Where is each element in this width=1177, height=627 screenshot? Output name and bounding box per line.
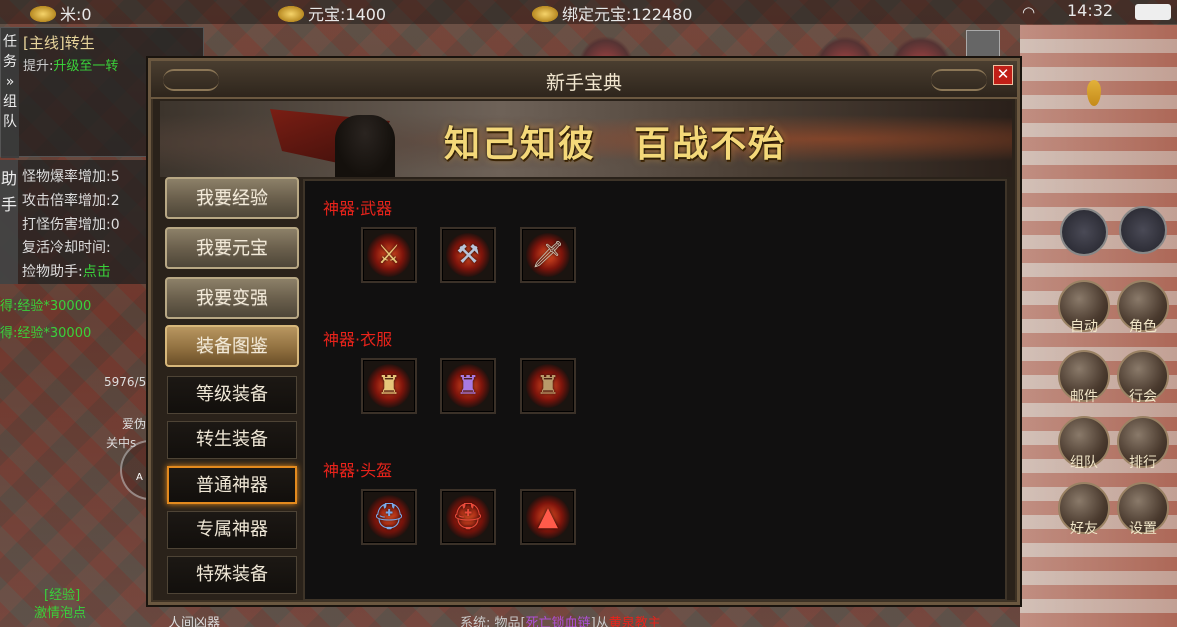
auto-button[interactable]: 自动 [1058, 280, 1110, 335]
armor-dark-icon: ♜ [536, 371, 560, 401]
rice-icon [30, 6, 56, 22]
player-name: 人间凶器 [168, 616, 221, 627]
npc-label: 爱伪 [122, 417, 147, 431]
ornament-right-icon [931, 69, 987, 91]
dialog-titlebar: 新手宝典 ✕ [151, 61, 1017, 99]
yuanbao-counter: 元宝:1400 [278, 1, 386, 25]
subitem-rebirth-equipment[interactable]: 转生装备 [167, 421, 297, 459]
sidebar-item-stronger[interactable]: 我要变强 [165, 277, 299, 319]
quest-desc: 提升:升级至一转 [23, 59, 119, 74]
section-title: 神器·头盔 [323, 461, 393, 480]
collapse-icon[interactable]: » [6, 74, 15, 90]
gold-ingot-icon [532, 6, 558, 22]
skill-icon[interactable] [1060, 208, 1108, 256]
friend-button[interactable]: 好友 [1058, 482, 1110, 537]
subitem-common-artifact[interactable]: 普通神器 [167, 466, 297, 504]
mace-icon: ⚒ [456, 240, 480, 270]
settings-button[interactable]: 设置 [1117, 482, 1169, 537]
map-coords: 5976/5 [104, 375, 147, 389]
sidebar-item-exp[interactable]: 我要经验 [165, 177, 299, 219]
bound-yuanbao-counter: 绑定元宝:122480 [532, 1, 692, 25]
rice-counter: 米:0 [30, 1, 92, 25]
helper-line: 怪物爆率增加:5 [22, 169, 120, 185]
armor-gold-icon: ♜ [377, 371, 401, 401]
helper-tab[interactable]: 助手 [0, 160, 18, 284]
quest-tab[interactable]: 任务» 组队 [1, 28, 19, 158]
chat-log-line: 得:经验*30000 [0, 299, 92, 314]
section-title: 神器·武器 [323, 199, 393, 218]
grid-menu-icon[interactable] [1119, 206, 1167, 254]
subitem-level-equipment[interactable]: 等级装备 [167, 376, 297, 414]
battery-icon [1135, 4, 1171, 20]
chat-log-line: 得:经验*30000 [0, 326, 92, 341]
warrior-icon [335, 115, 395, 177]
status-bar: 米:0 元宝:1400 绑定元宝:122480 ◠ 14:32 [0, 0, 1177, 24]
exp-zone-label: 激情泡点 [34, 606, 87, 621]
guild-button[interactable]: 行会 [1117, 350, 1169, 405]
banner: 知己知彼 百战不殆 [160, 101, 1012, 177]
newbie-guide-dialog: 新手宝典 ✕ 知己知彼 百战不殆 我要经验 我要元宝 我要变强 装备图鉴 等级装… [148, 58, 1020, 605]
role-button[interactable]: 角色 [1117, 280, 1169, 335]
rank-button[interactable]: 排行 [1117, 416, 1169, 471]
item-slot[interactable]: ♜ [440, 358, 496, 414]
subitem-special-equipment[interactable]: 特殊装备 [167, 556, 297, 594]
exp-tag[interactable]: [经验] [44, 584, 80, 603]
helper-line: 攻击倍率增加:2 [22, 193, 120, 209]
item-slot[interactable]: ⚒ [440, 227, 496, 283]
sidebar-item-equipment-guide[interactable]: 装备图鉴 [165, 325, 299, 367]
sword-icon: ⚔ [377, 240, 401, 270]
subitem-exclusive-artifact[interactable]: 专属神器 [167, 511, 297, 549]
helper-line: 捡物助手:点击 [22, 264, 111, 280]
dialog-title: 新手宝典 [545, 72, 622, 94]
section-title: 神器·衣服 [323, 330, 393, 349]
compass-a: A [136, 472, 143, 483]
helmet-red-icon: ⛑ [451, 502, 485, 532]
equipment-list[interactable]: 神器·武器 ⚔ ⚒ 🗡 神器·衣服 ♜ ♜ ♜ 神器·头盔 ⛑ ⛑ ▲ 神器·项… [303, 179, 1007, 601]
system-ticker: 系统: 物品[死亡锁血链]从黄泉教主 [460, 616, 661, 627]
item-slot[interactable]: ⚔ [361, 227, 417, 283]
item-slot[interactable]: ♜ [361, 358, 417, 414]
helmet-blue-icon: ⛑ [372, 502, 406, 532]
team-button[interactable]: 组队 [1058, 416, 1110, 471]
blade-icon: 🗡 [531, 240, 565, 270]
clock: 14:32 [1067, 1, 1114, 20]
helper-line: 复活冷却时间: [22, 240, 111, 256]
close-button[interactable]: ✕ [993, 65, 1013, 85]
helper-panel: 助手 怪物爆率增加:5 攻击倍率增加:2 打怪伤害增加:0 复活冷却时间: 捡物… [0, 160, 150, 284]
item-slot[interactable]: ⛑ [361, 489, 417, 545]
item-slot[interactable]: ♜ [520, 358, 576, 414]
wifi-icon: ◠ [1022, 3, 1036, 21]
quest-title[interactable]: [主线]转生 [23, 32, 95, 53]
pickup-toggle[interactable]: 点击 [83, 264, 111, 280]
item-slot[interactable]: 🗡 [520, 227, 576, 283]
armor-purple-icon: ♜ [456, 371, 480, 401]
banner-slogan: 知己知彼 百战不殆 [444, 123, 787, 165]
item-slot[interactable]: ⛑ [440, 489, 496, 545]
item-slot[interactable]: ▲ [520, 489, 576, 545]
gold-ingot-icon [278, 6, 304, 22]
mail-button[interactable]: 邮件 [1058, 350, 1110, 405]
sidebar-item-yuanbao[interactable]: 我要元宝 [165, 227, 299, 269]
helper-line: 打怪伤害增加:0 [22, 217, 120, 233]
hat-red-icon: ▲ [538, 502, 558, 532]
